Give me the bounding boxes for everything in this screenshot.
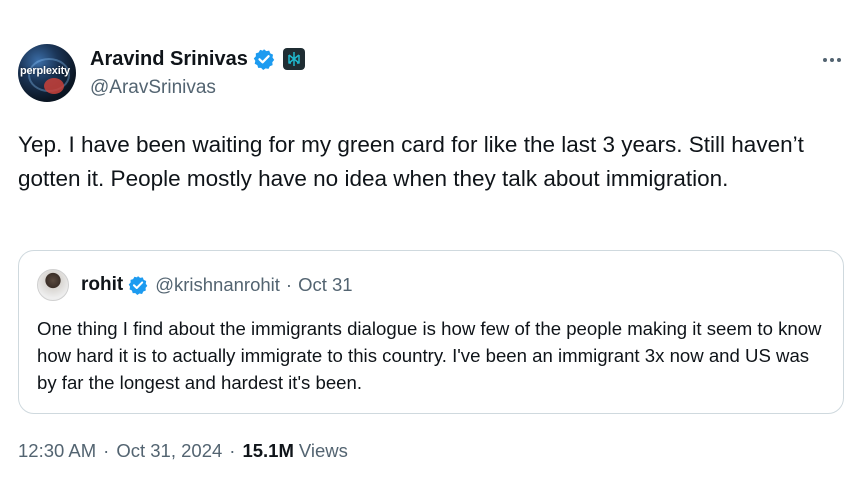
author-display-name[interactable]: Aravind Srinivas [90,48,248,71]
meta-separator: · [103,440,110,461]
more-options-icon[interactable] [818,50,846,70]
quoted-tweet-text: One thing I find about the immigrants di… [37,318,822,393]
perplexity-affiliate-icon[interactable] [282,48,305,70]
quoted-tweet[interactable]: rohit @krishnanrohit · Oct 31 One thing … [18,250,844,414]
avatar-logo-text: perplexity [20,65,70,77]
author-avatar[interactable]: perplexity [18,44,76,102]
tweet-time[interactable]: 12:30 AM [18,440,96,462]
quoted-author-handle: @krishnanrohit [155,274,280,295]
tweet-date[interactable]: Oct 31, 2024 [116,440,222,462]
quoted-separator: · [285,274,293,295]
quoted-tweet-header: rohit @krishnanrohit · Oct 31 [37,269,353,301]
tweet-text: Yep. I have been waiting for my green ca… [18,132,804,191]
more-dot [830,58,834,62]
more-dot [823,58,827,62]
avatar-globe-accent [44,78,64,94]
tweet-metadata: 12:30 AM · Oct 31, 2024 · 15.1M Views [18,440,348,462]
verified-badge-icon[interactable] [253,48,275,70]
author-names: Aravind Srinivas @AravSrinivas [90,46,305,99]
views-label: Views [298,440,348,461]
author-name-row: Aravind Srinivas [90,46,305,72]
tweet-card: perplexity Aravind Srinivas @AravSriniva… [0,0,862,490]
tweet-header: perplexity Aravind Srinivas @AravSriniva… [18,44,305,102]
quoted-date: Oct 31 [298,274,353,295]
views-count[interactable]: 15.1M [242,440,293,462]
verified-badge-icon [128,276,148,295]
quoted-author-avatar [37,269,69,301]
meta-separator: · [229,440,236,461]
quoted-author-name: rohit [81,274,124,295]
author-handle[interactable]: @AravSrinivas [90,77,305,99]
more-dot [837,58,841,62]
